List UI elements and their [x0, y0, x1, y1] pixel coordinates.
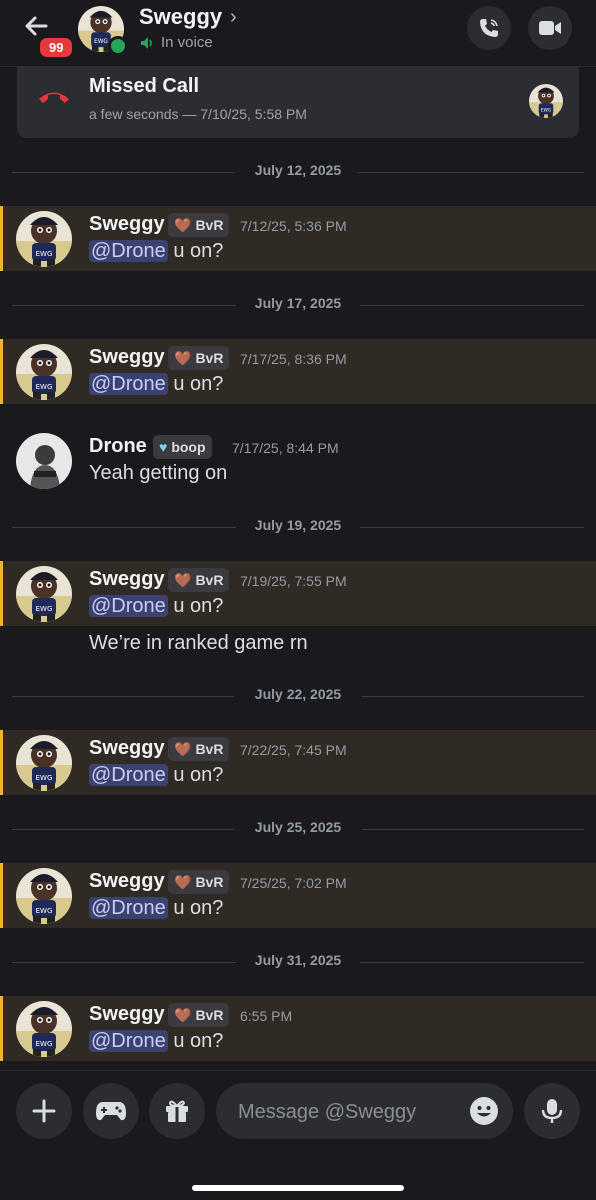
voice-status: In voice: [139, 34, 213, 51]
video-call-button[interactable]: [528, 6, 572, 50]
voice-call-button[interactable]: [467, 6, 511, 50]
message-text: @Drone u on?: [89, 764, 224, 786]
message-text: @Drone u on?: [89, 897, 224, 919]
message-author[interactable]: Sweggy: [89, 737, 165, 760]
message[interactable]: Sweggy 🤎 BvR 6:55 PM @Drone u on?: [0, 996, 596, 1061]
guild-tag[interactable]: 🤎 BvR: [168, 737, 230, 761]
gift-icon: [166, 1100, 188, 1122]
message-text: Yeah getting on: [89, 462, 228, 484]
microphone-icon: [541, 1099, 563, 1123]
message-text: @Drone u on?: [89, 240, 224, 262]
message-text: @Drone u on?: [89, 373, 224, 395]
user-mention[interactable]: @Drone: [89, 240, 168, 262]
date-divider: July 17, 2025: [12, 295, 584, 315]
activities-button[interactable]: [83, 1083, 139, 1139]
message-text: We’re in ranked game rn: [89, 632, 308, 654]
heart-icon: ♥: [159, 439, 168, 455]
avatar[interactable]: [16, 1001, 72, 1057]
message-author[interactable]: Sweggy: [89, 346, 165, 369]
unread-badge: 99: [37, 35, 76, 60]
message[interactable]: Sweggy 🤎 BvR 7/22/25, 7:45 PM @Drone u on…: [0, 730, 596, 795]
video-call-icon: [539, 21, 561, 35]
add-attachment-button[interactable]: [16, 1083, 72, 1139]
online-status-dot: [108, 36, 128, 56]
message-timestamp: 7/25/25, 7:02 PM: [240, 875, 347, 891]
date-divider: July 12, 2025: [12, 162, 584, 182]
gamepad-icon: [96, 1102, 126, 1121]
guild-tag[interactable]: 🤎 BvR: [168, 568, 230, 592]
chevron-right-icon[interactable]: ›: [230, 6, 237, 29]
missed-call-card: Missed Call a few seconds — 7/10/25, 5:5…: [17, 66, 579, 138]
missed-call-subtitle: a few seconds — 7/10/25, 5:58 PM: [89, 106, 307, 122]
date-divider: July 25, 2025: [12, 819, 584, 839]
plus-icon: [32, 1099, 56, 1123]
status-text: In voice: [161, 34, 213, 51]
message-timestamp: 6:55 PM: [240, 1008, 293, 1024]
date-divider: July 19, 2025: [12, 517, 584, 537]
message-timestamp: 7/12/25, 5:36 PM: [240, 218, 347, 234]
guild-tag[interactable]: 🤎 BvR: [168, 1003, 230, 1027]
message-timestamp: 7/19/25, 7:55 PM: [240, 573, 347, 589]
message[interactable]: Drone ♥ boop 7/17/25, 8:44 PM Yeah gettin…: [0, 428, 596, 494]
message-timestamp: 7/17/25, 8:44 PM: [232, 440, 339, 456]
guild-tag[interactable]: 🤎 BvR: [168, 346, 230, 370]
user-mention[interactable]: @Drone: [89, 595, 168, 617]
message-text: @Drone u on?: [89, 595, 224, 617]
avatar[interactable]: [16, 433, 72, 489]
user-mention[interactable]: @Drone: [89, 897, 168, 919]
chat-header: 99 Sweggy › In voice: [0, 0, 596, 67]
message[interactable]: Sweggy 🤎 BvR 7/25/25, 7:02 PM @Drone u on…: [0, 863, 596, 928]
avatar[interactable]: [16, 211, 72, 267]
heart-icon: 🤎: [174, 740, 192, 757]
message-timestamp: 7/17/25, 8:36 PM: [240, 351, 347, 367]
heart-icon: 🤎: [174, 349, 192, 366]
voice-message-button[interactable]: [524, 1083, 580, 1139]
heart-icon: 🤎: [174, 1006, 192, 1023]
message-author[interactable]: Sweggy: [89, 1003, 165, 1026]
hangup-phone-icon: [39, 92, 69, 103]
date-divider: July 31, 2025: [12, 952, 584, 972]
message-input-container: [216, 1083, 513, 1141]
heart-icon: 🤎: [174, 571, 192, 588]
message[interactable]: Sweggy 🤎 BvR 7/12/25, 5:36 PM @Drone u on…: [0, 206, 596, 271]
avatar: [529, 84, 563, 118]
message-author[interactable]: Sweggy: [89, 870, 165, 893]
user-mention[interactable]: @Drone: [89, 764, 168, 786]
message[interactable]: Sweggy 🤎 BvR 7/17/25, 8:36 PM @Drone u on…: [0, 339, 596, 404]
message-author[interactable]: Sweggy: [89, 568, 165, 591]
message[interactable]: Sweggy 🤎 BvR 7/19/25, 7:55 PM @Drone u on…: [0, 561, 596, 626]
avatar[interactable]: [16, 344, 72, 400]
user-mention[interactable]: @Drone: [89, 373, 168, 395]
guild-tag[interactable]: 🤎 BvR: [168, 870, 230, 894]
guild-tag[interactable]: ♥ boop: [153, 435, 212, 459]
missed-call-title: Missed Call: [89, 75, 200, 97]
emoji-icon[interactable]: [469, 1096, 499, 1126]
home-indicator[interactable]: [192, 1185, 404, 1191]
message-input[interactable]: [236, 1083, 470, 1141]
avatar[interactable]: [16, 868, 72, 924]
date-divider: July 22, 2025: [12, 686, 584, 706]
voice-call-icon: [480, 19, 498, 37]
gift-button[interactable]: [149, 1083, 205, 1139]
avatar[interactable]: [16, 566, 72, 622]
heart-icon: 🤎: [174, 873, 192, 890]
guild-tag[interactable]: 🤎 BvR: [168, 213, 230, 237]
avatar[interactable]: [16, 735, 72, 791]
message-timestamp: 7/22/25, 7:45 PM: [240, 742, 347, 758]
speaker-icon: [141, 36, 152, 49]
heart-icon: 🤎: [174, 216, 192, 233]
channel-title[interactable]: Sweggy: [139, 4, 222, 30]
message-text: @Drone u on?: [89, 1030, 224, 1052]
message-author[interactable]: Drone: [89, 435, 147, 458]
message-composer: [0, 1070, 596, 1200]
message-author[interactable]: Sweggy: [89, 213, 165, 236]
user-mention[interactable]: @Drone: [89, 1030, 168, 1052]
